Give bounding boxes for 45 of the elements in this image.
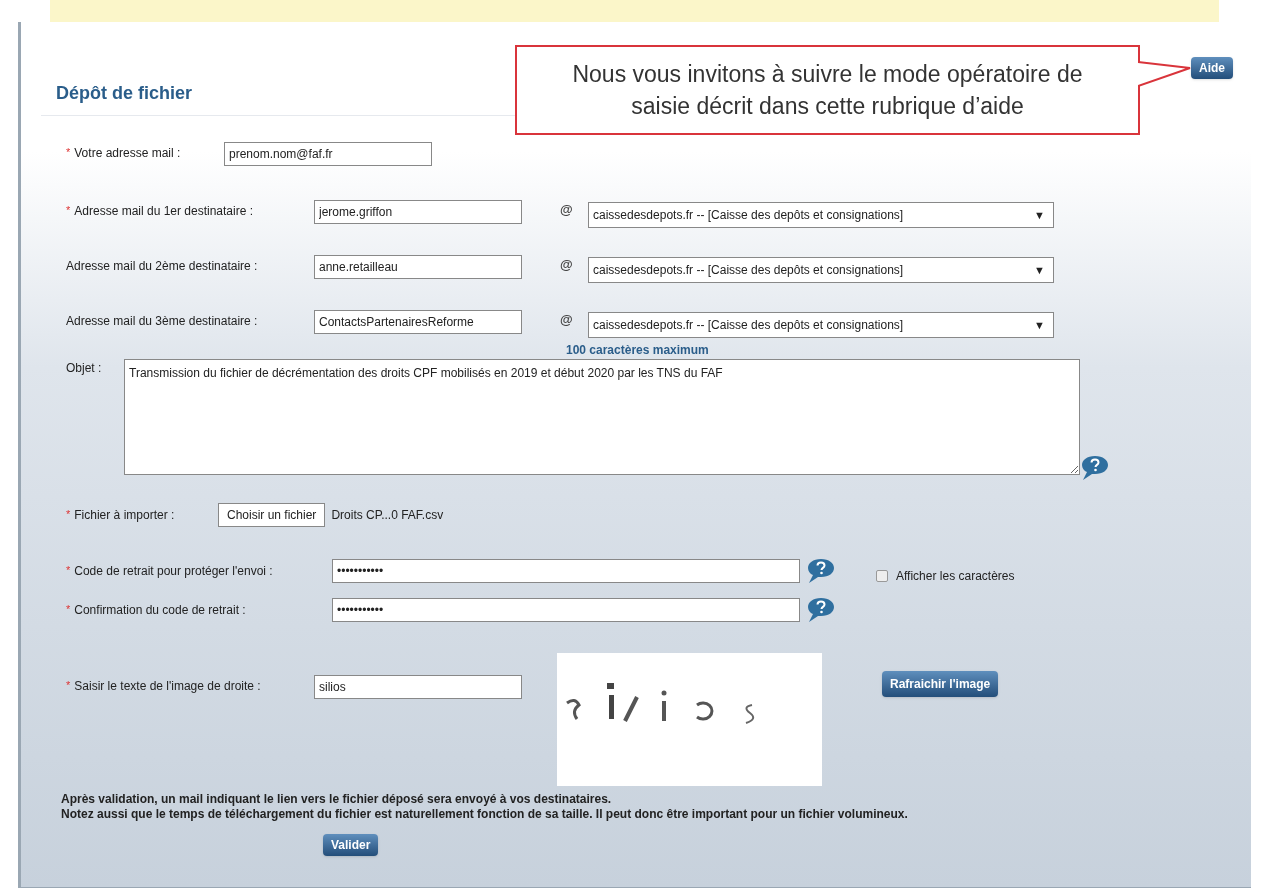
- field-label: Votre adresse mail :: [74, 145, 181, 162]
- field-label: Saisir le texte de l'image de droite :: [74, 678, 261, 695]
- domain-select[interactable]: caissedesdepots.fr -- [Caisse des depôts et consignations] ▼: [588, 312, 1054, 338]
- callout-pointer: [1138, 60, 1193, 90]
- checkbox-label: Afficher les caractères: [896, 568, 1015, 585]
- email-field[interactable]: prenom.nom@faf.fr: [224, 142, 432, 166]
- field-label: Objet :: [66, 360, 103, 377]
- limit-note: 100 caractères maximum: [566, 342, 710, 359]
- captcha-field[interactable]: silios: [314, 675, 522, 699]
- page-title: Dépôt de fichier: [56, 82, 193, 105]
- submit-button[interactable]: Valider: [323, 834, 379, 856]
- at-sign: @: [560, 201, 574, 219]
- field-label: Adresse mail du 3ème destinataire :: [66, 313, 258, 330]
- required-mark: *: [66, 203, 71, 218]
- field-label: Adresse mail du 2ème destinataire :: [66, 258, 258, 275]
- email-field[interactable]: jerome.griffon: [314, 200, 522, 224]
- email-field[interactable]: ContactsPartenairesReforme: [314, 310, 522, 334]
- info-text: Notez aussi que le temps de téléchargement du fichier est naturellement fonction de sa taille. Il peut donc être important pour un fichier volumineux.: [61, 807, 909, 822]
- domain-select[interactable]: caissedesdepots.fr -- [Caisse des depôts et consignations] ▼: [588, 202, 1054, 228]
- field-label: Adresse mail du 1er destinataire :: [74, 203, 254, 220]
- required-mark: *: [66, 145, 71, 160]
- help-button[interactable]: Aide: [1191, 57, 1233, 79]
- callout-text: Nous vous invitons à suivre le mode opératoire de saisie décrit dans cette rubrique d’aide: [515, 45, 1140, 135]
- domain-select[interactable]: caissedesdepots.fr -- [Caisse des depôts et consignations] ▼: [588, 257, 1054, 283]
- required-mark: *: [66, 678, 71, 693]
- password-field[interactable]: •••••••••••: [332, 598, 800, 622]
- info-text: Après validation, un mail indiquant le lien vers le fichier déposé sera envoyé à vos destinataires.: [61, 792, 613, 807]
- choose-file-button[interactable]: Choisir un fichier: [218, 503, 326, 527]
- field-label: Confirmation du code de retrait :: [74, 602, 246, 619]
- field-label: Fichier à importer :: [74, 507, 175, 524]
- help-icon[interactable]: [1080, 455, 1110, 481]
- help-icon[interactable]: [806, 558, 836, 584]
- help-icon[interactable]: [806, 597, 836, 623]
- required-mark: *: [66, 507, 71, 522]
- email-field[interactable]: anne.retailleau: [314, 255, 522, 279]
- at-sign: @: [560, 256, 574, 274]
- at-sign: @: [560, 311, 574, 329]
- required-mark: *: [66, 602, 71, 617]
- password-field[interactable]: •••••••••••: [332, 559, 800, 583]
- field-label: Code de retrait pour protéger l'envoi :: [74, 563, 273, 580]
- subject-field[interactable]: Transmission du fichier de décrémentation des droits CPF mobilisés en 2019 et début 2020 par les TNS du FAF: [124, 359, 1080, 475]
- file-name: Droits CP...0 FAF.csv: [331, 507, 444, 524]
- refresh-image-button[interactable]: Rafraichir l'image: [882, 671, 999, 697]
- checkbox[interactable]: [876, 570, 888, 582]
- required-mark: *: [66, 563, 71, 578]
